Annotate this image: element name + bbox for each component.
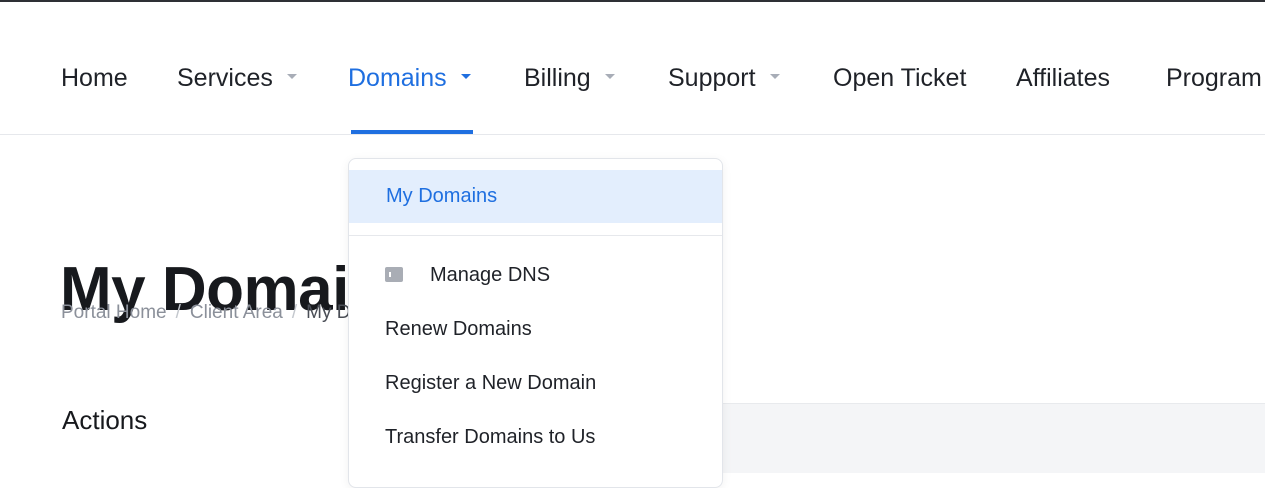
nav-home[interactable]: Home — [61, 62, 128, 94]
nav-open-ticket[interactable]: Open Ticket — [833, 62, 966, 94]
nav-program-label: Program — [1166, 64, 1262, 92]
main-nav: Home Services Domains Billing Support Op… — [0, 2, 1265, 135]
menu-item-label: Transfer Domains to Us — [385, 426, 596, 448]
menu-item-register-domain[interactable]: Register a New Domain — [349, 363, 722, 403]
nav-services-label: Services — [177, 64, 273, 92]
content-panel — [716, 403, 1265, 473]
chevron-down-icon — [604, 73, 615, 79]
menu-item-transfer-domains[interactable]: Transfer Domains to Us — [349, 417, 722, 457]
menu-item-manage-dns[interactable]: Manage DNS — [349, 255, 722, 295]
nav-home-label: Home — [61, 64, 128, 92]
nav-affiliates[interactable]: Affiliates — [1016, 62, 1110, 94]
nav-domains-label: Domains — [348, 64, 447, 92]
nav-affiliates-label: Affiliates — [1016, 64, 1111, 92]
chevron-down-icon — [286, 73, 297, 79]
breadcrumb-separator: / — [291, 302, 298, 323]
nav-support[interactable]: Support — [668, 62, 780, 94]
nav-open-ticket-label: Open Ticket — [833, 64, 967, 92]
menu-item-label: Renew Domains — [385, 318, 532, 340]
menu-item-label: Register a New Domain — [385, 372, 597, 394]
actions-heading: Actions — [62, 405, 148, 435]
nav-services[interactable]: Services — [177, 62, 297, 94]
menu-divider — [349, 235, 722, 236]
breadcrumb-separator: / — [175, 302, 181, 323]
menu-item-renew-domains[interactable]: Renew Domains — [349, 309, 722, 349]
chevron-down-icon — [460, 73, 471, 79]
domains-dropdown-menu: My Domains Manage DNS Renew Domains Regi… — [348, 158, 723, 488]
nav-billing-label: Billing — [524, 64, 591, 92]
breadcrumb-client-area[interactable]: Client Area — [190, 302, 283, 323]
chevron-down-icon — [769, 73, 780, 79]
breadcrumb-portal-home[interactable]: Portal Home — [61, 302, 167, 323]
menu-item-my-domains[interactable]: My Domains — [349, 170, 722, 223]
nav-domains[interactable]: Domains — [348, 62, 471, 94]
menu-item-label: Manage DNS — [430, 264, 551, 286]
menu-item-label: My Domains — [386, 185, 498, 207]
dns-icon — [385, 267, 403, 282]
nav-program[interactable]: Program — [1166, 62, 1262, 94]
nav-support-label: Support — [668, 64, 756, 92]
nav-billing[interactable]: Billing — [524, 62, 615, 94]
active-tab-indicator — [351, 130, 473, 134]
